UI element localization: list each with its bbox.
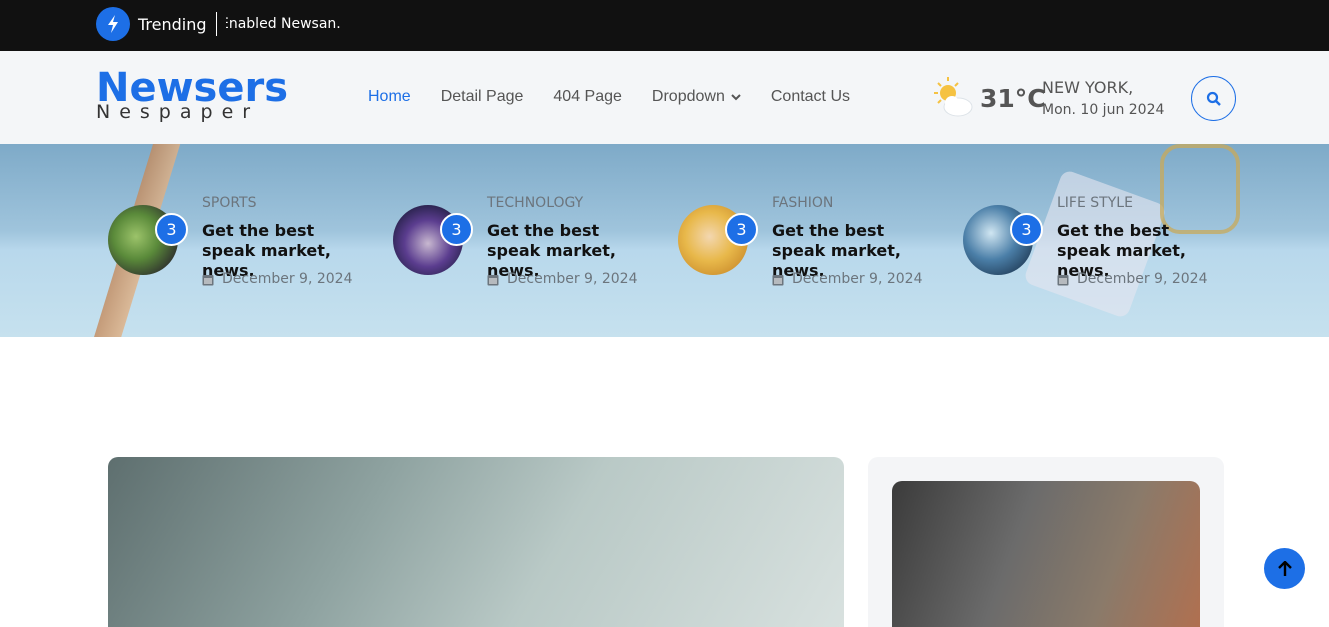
- main-feature-image[interactable]: [108, 457, 844, 627]
- nav-detail-label: Detail Page: [440, 88, 524, 105]
- nav-contact-us[interactable]: Contact Us: [771, 88, 850, 106]
- story-category[interactable]: FASHION: [772, 195, 833, 211]
- nav-404-page[interactable]: 404 Page: [553, 88, 622, 106]
- calendar-icon: [1057, 274, 1069, 285]
- story-count-badge: 3: [155, 213, 188, 246]
- story-category[interactable]: SPORTS: [202, 195, 257, 211]
- story-count-badge: 3: [440, 213, 473, 246]
- site-header: Newsers Nespaper Home Detail Page 404 Pa…: [0, 51, 1329, 144]
- weather-city: NEW YORK,: [1042, 78, 1134, 97]
- trending-label: Trending: [138, 15, 207, 34]
- story-date-text: December 9, 2024: [792, 271, 923, 287]
- calendar-icon: [487, 274, 499, 285]
- weather-sun-cloud-icon: [934, 77, 973, 117]
- arrow-up-icon: [1277, 560, 1292, 576]
- calendar-icon: [772, 274, 784, 285]
- nav-contact-label: Contact Us: [770, 88, 850, 105]
- story-date-text: December 9, 2024: [222, 271, 353, 287]
- weather-date: Mon. 10 jun 2024: [1042, 102, 1165, 118]
- ticker-text[interactable]: Enabled Newsan.: [226, 16, 341, 32]
- calendar-icon: [202, 274, 214, 285]
- story-category[interactable]: LIFE STYLE: [1057, 195, 1133, 211]
- nav-404-label: 404 Page: [553, 88, 622, 105]
- nav-detail-page[interactable]: Detail Page: [441, 88, 524, 106]
- story-date: December 9, 2024: [202, 271, 352, 287]
- story-card[interactable]: 3 FASHION Get the best speak market, new…: [678, 144, 948, 337]
- story-date: December 9, 2024: [487, 271, 637, 287]
- top-bar: Trending Enabled Newsan.: [0, 0, 1329, 51]
- nav-dropdown[interactable]: Dropdown: [652, 88, 741, 106]
- story-card[interactable]: 3 TECHNOLOGY Get the best speak market, …: [393, 144, 663, 337]
- search-button[interactable]: [1191, 76, 1236, 121]
- story-date: December 9, 2024: [772, 271, 922, 287]
- story-date-text: December 9, 2024: [507, 271, 638, 287]
- temperature: 31°C: [980, 84, 1046, 113]
- story-card[interactable]: 3 LIFE STYLE Get the best speak market, …: [963, 144, 1233, 337]
- trending-ticker[interactable]: Enabled Newsan.: [226, 16, 366, 32]
- story-date: December 9, 2024: [1057, 271, 1207, 287]
- chevron-down-icon: [731, 94, 741, 101]
- story-count-badge: 3: [725, 213, 758, 246]
- story-card[interactable]: 3 SPORTS Get the best speak market, news…: [108, 144, 378, 337]
- featured-banner: 3 SPORTS Get the best speak market, news…: [0, 144, 1329, 337]
- story-date-text: December 9, 2024: [1077, 271, 1208, 287]
- search-icon: [1206, 91, 1221, 106]
- bolt-icon: [96, 7, 130, 41]
- divider: [216, 12, 217, 36]
- story-category[interactable]: TECHNOLOGY: [487, 195, 583, 211]
- nav-dropdown-label: Dropdown: [651, 88, 725, 105]
- back-to-top-button[interactable]: [1264, 548, 1305, 589]
- main-nav: Home Detail Page 404 Page Dropdown Conta…: [368, 88, 880, 106]
- sidebar-feature-image[interactable]: [892, 481, 1200, 627]
- nav-home[interactable]: Home: [368, 88, 411, 106]
- nav-home-label: Home: [368, 88, 411, 105]
- logo-subtitle: Nespaper: [96, 101, 260, 123]
- story-count-badge: 3: [1010, 213, 1043, 246]
